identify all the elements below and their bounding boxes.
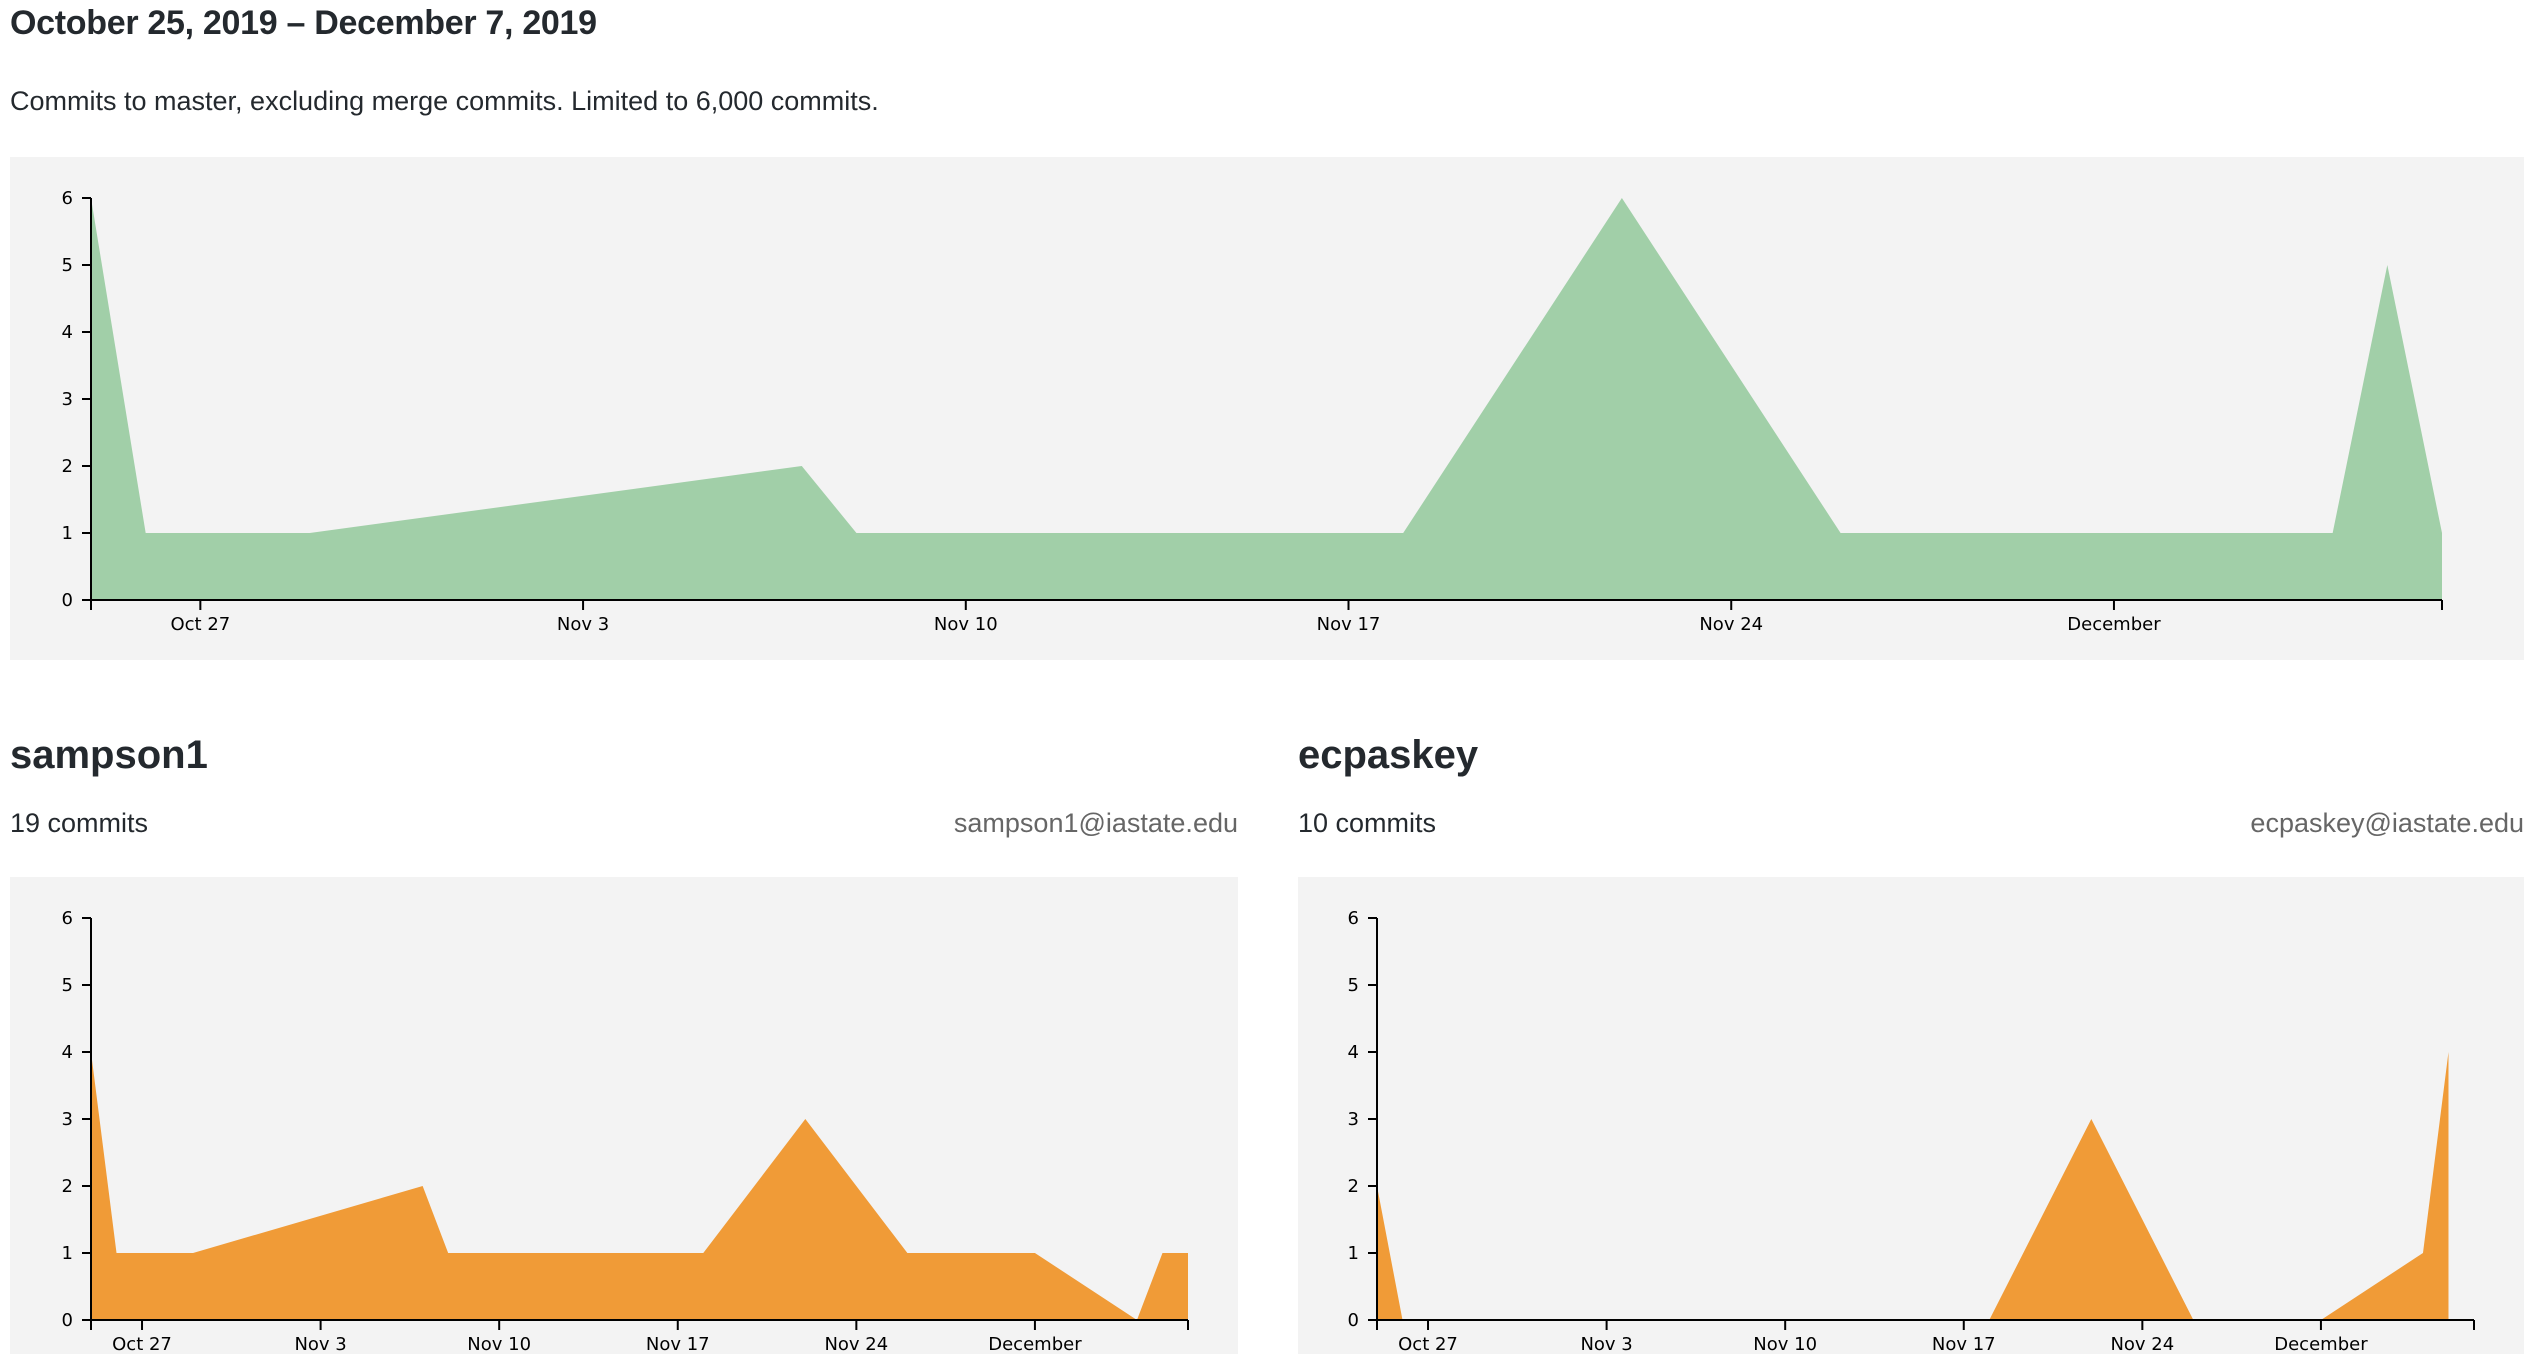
contributor-name[interactable]: sampson1 [10, 733, 208, 778]
x-tick-label: Nov 3 [1580, 1334, 1632, 1354]
y-tick-label: 5 [62, 975, 73, 996]
contributor-commit-count[interactable]: 10 commits [1298, 808, 1436, 839]
contributor-commit-count[interactable]: 19 commits [10, 808, 148, 839]
y-tick-label: 3 [1348, 1109, 1359, 1130]
contributor-name[interactable]: ecpaskey [1298, 733, 1478, 778]
contributor-chart-sampson1-svg: 0 1 2 3 4 5 6 Oct 27 Nov 3 Nov 10 Nov 17 Nov 24 Dece… [62, 908, 1189, 1354]
x-tick-label: Nov 10 [1753, 1334, 1817, 1354]
overall-commits-chart: 0 1 2 3 4 5 6 Oct 27 Nov 3 Nov 10 Nov 17 Nov 24 Dece… [10, 157, 2524, 660]
y-tick-label: 5 [1348, 975, 1359, 996]
x-tick-label: Nov 24 [1699, 614, 1763, 635]
y-tick-label: 4 [1348, 1042, 1359, 1063]
x-tick-label: Nov 17 [1932, 1334, 1996, 1354]
contributor-chart-ecpaskey: 0 1 2 3 4 5 6 Oct 27 Nov 3 Nov 10 Nov 17 Nov 24 Dece… [1298, 877, 2524, 1354]
overall-commits-chart-svg: 0 1 2 3 4 5 6 Oct 27 Nov 3 Nov 10 Nov 17 Nov 24 Dece… [62, 188, 2443, 635]
y-tick-label: 3 [62, 389, 73, 410]
date-range-title: October 25, 2019 – December 7, 2019 [10, 4, 597, 42]
y-tick-label: 3 [62, 1109, 73, 1130]
chart-description: Commits to master, excluding merge commi… [10, 86, 879, 116]
y-tick-label: 6 [62, 908, 73, 929]
y-tick-label: 1 [1348, 1243, 1359, 1264]
x-tick-label: Nov 3 [557, 614, 609, 635]
x-tick-label: Nov 24 [2110, 1334, 2174, 1354]
commit-area-series-0 [91, 198, 2442, 600]
contributor-email: ecpaskey@iastate.edu [2250, 808, 2524, 838]
x-tick-label: December [988, 1334, 1082, 1354]
y-tick-label: 4 [62, 322, 73, 343]
commit-area-series-0 [1377, 1052, 2449, 1320]
x-tick-label: Nov 17 [646, 1334, 710, 1354]
x-tick-label: Nov 17 [1317, 614, 1381, 635]
y-tick-label: 1 [62, 1243, 73, 1264]
x-tick-label: Nov 3 [294, 1334, 346, 1354]
y-tick-label: 6 [62, 188, 73, 209]
y-tick-label: 0 [1348, 1310, 1359, 1331]
x-tick-label: Oct 27 [1398, 1334, 1458, 1354]
x-tick-label: December [2274, 1334, 2368, 1354]
contributor-email: sampson1@iastate.edu [953, 808, 1238, 838]
contributor-chart-ecpaskey-svg: 0 1 2 3 4 5 6 Oct 27 Nov 3 Nov 10 Nov 17 Nov 24 Dece… [1348, 908, 2475, 1354]
contributor-chart-sampson1: 0 1 2 3 4 5 6 Oct 27 Nov 3 Nov 10 Nov 17 Nov 24 Dece… [10, 877, 1238, 1354]
commit-area-series-0 [91, 1052, 1188, 1320]
y-tick-label: 1 [62, 523, 73, 544]
x-tick-label: December [2067, 614, 2161, 635]
y-tick-label: 2 [1348, 1176, 1359, 1197]
x-tick-label: Nov 24 [824, 1334, 888, 1354]
y-tick-label: 0 [62, 590, 73, 611]
x-tick-label: Nov 10 [467, 1334, 531, 1354]
x-tick-label: Oct 27 [170, 614, 230, 635]
y-tick-label: 2 [62, 1176, 73, 1197]
y-tick-label: 6 [1348, 908, 1359, 929]
y-tick-label: 2 [62, 456, 73, 477]
y-tick-label: 0 [62, 1310, 73, 1331]
y-tick-label: 4 [62, 1042, 73, 1063]
x-tick-label: Nov 10 [934, 614, 998, 635]
x-tick-label: Oct 27 [112, 1334, 172, 1354]
y-tick-label: 5 [62, 255, 73, 276]
